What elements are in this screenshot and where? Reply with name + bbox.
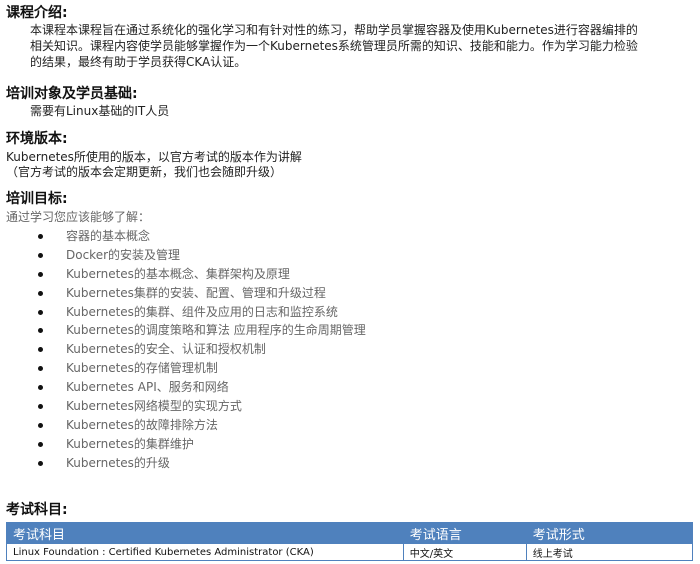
list-item: Kubernetes的集群维护: [30, 435, 366, 454]
cell-language: 中文/英文: [402, 543, 527, 561]
intro-line-3: 的结果，最终有助于学员获得CKA认证。: [30, 55, 247, 69]
intro-heading: 课程介绍:: [6, 5, 68, 21]
audience-heading: 培训对象及学员基础:: [6, 86, 138, 102]
list-item: Kubernetes的集群、组件及应用的日志和监控系统: [30, 303, 366, 322]
list-item: Kubernetes API、服务和网络: [30, 378, 366, 397]
intro-line-2: 相关知识。课程内容使学员能够掌握作为一个Kubernetes系统管理员所需的知识…: [30, 39, 638, 53]
list-item: Kubernetes的调度策略和算法 应用程序的生命周期管理: [30, 321, 366, 340]
list-item: Kubernetes集群的安装、配置、管理和升级过程: [30, 284, 366, 303]
env-heading: 环境版本:: [6, 131, 68, 147]
list-item: Kubernetes的升级: [30, 454, 366, 473]
intro-line-1: 本课程本课程旨在通过系统化的强化学习和有针对性的练习，帮助学员掌握容器及使用Ku…: [30, 23, 638, 37]
table-row: Linux Foundation : Certified Kubernetes …: [6, 543, 694, 561]
list-item: Kubernetes的存储管理机制: [30, 359, 366, 378]
column-header-language: 考试语言: [402, 522, 527, 544]
goals-lead: 通过学习您应该能够了解：: [6, 210, 151, 224]
env-line-2: （官方考试的版本会定期更新，我们也会随即升级）: [6, 165, 283, 179]
list-item: Kubernetes的故障排除方法: [30, 416, 366, 435]
goals-list: 容器的基本概念 Docker的安装及管理 Kubernetes的基本概念、集群架…: [30, 227, 366, 473]
list-item: 容器的基本概念: [30, 227, 366, 246]
column-header-format: 考试形式: [525, 522, 694, 544]
cell-subject: Linux Foundation : Certified Kubernetes …: [6, 543, 404, 561]
env-line-1: Kubernetes所使用的版本，以官方考试的版本作为讲解: [6, 150, 302, 164]
column-header-subject: 考试科目: [6, 522, 404, 544]
audience-text: 需要有Linux基础的IT人员: [30, 104, 170, 118]
list-item: Kubernetes的基本概念、集群架构及原理: [30, 265, 366, 284]
cell-format: 线上考试: [525, 543, 694, 561]
exam-heading: 考试科目:: [6, 502, 68, 518]
list-item: Kubernetes的安全、认证和授权机制: [30, 340, 366, 359]
list-item: Kubernetes网络模型的实现方式: [30, 397, 366, 416]
list-item: Docker的安装及管理: [30, 246, 366, 265]
document-page: 课程介绍: 本课程本课程旨在通过系统化的强化学习和有针对性的练习，帮助学员掌握容…: [0, 0, 700, 564]
table-header-row: 考试科目 考试语言 考试形式: [6, 522, 694, 544]
goals-heading: 培训目标:: [6, 191, 68, 207]
exam-table: 考试科目 考试语言 考试形式 Linux Foundation : Certif…: [6, 522, 694, 561]
